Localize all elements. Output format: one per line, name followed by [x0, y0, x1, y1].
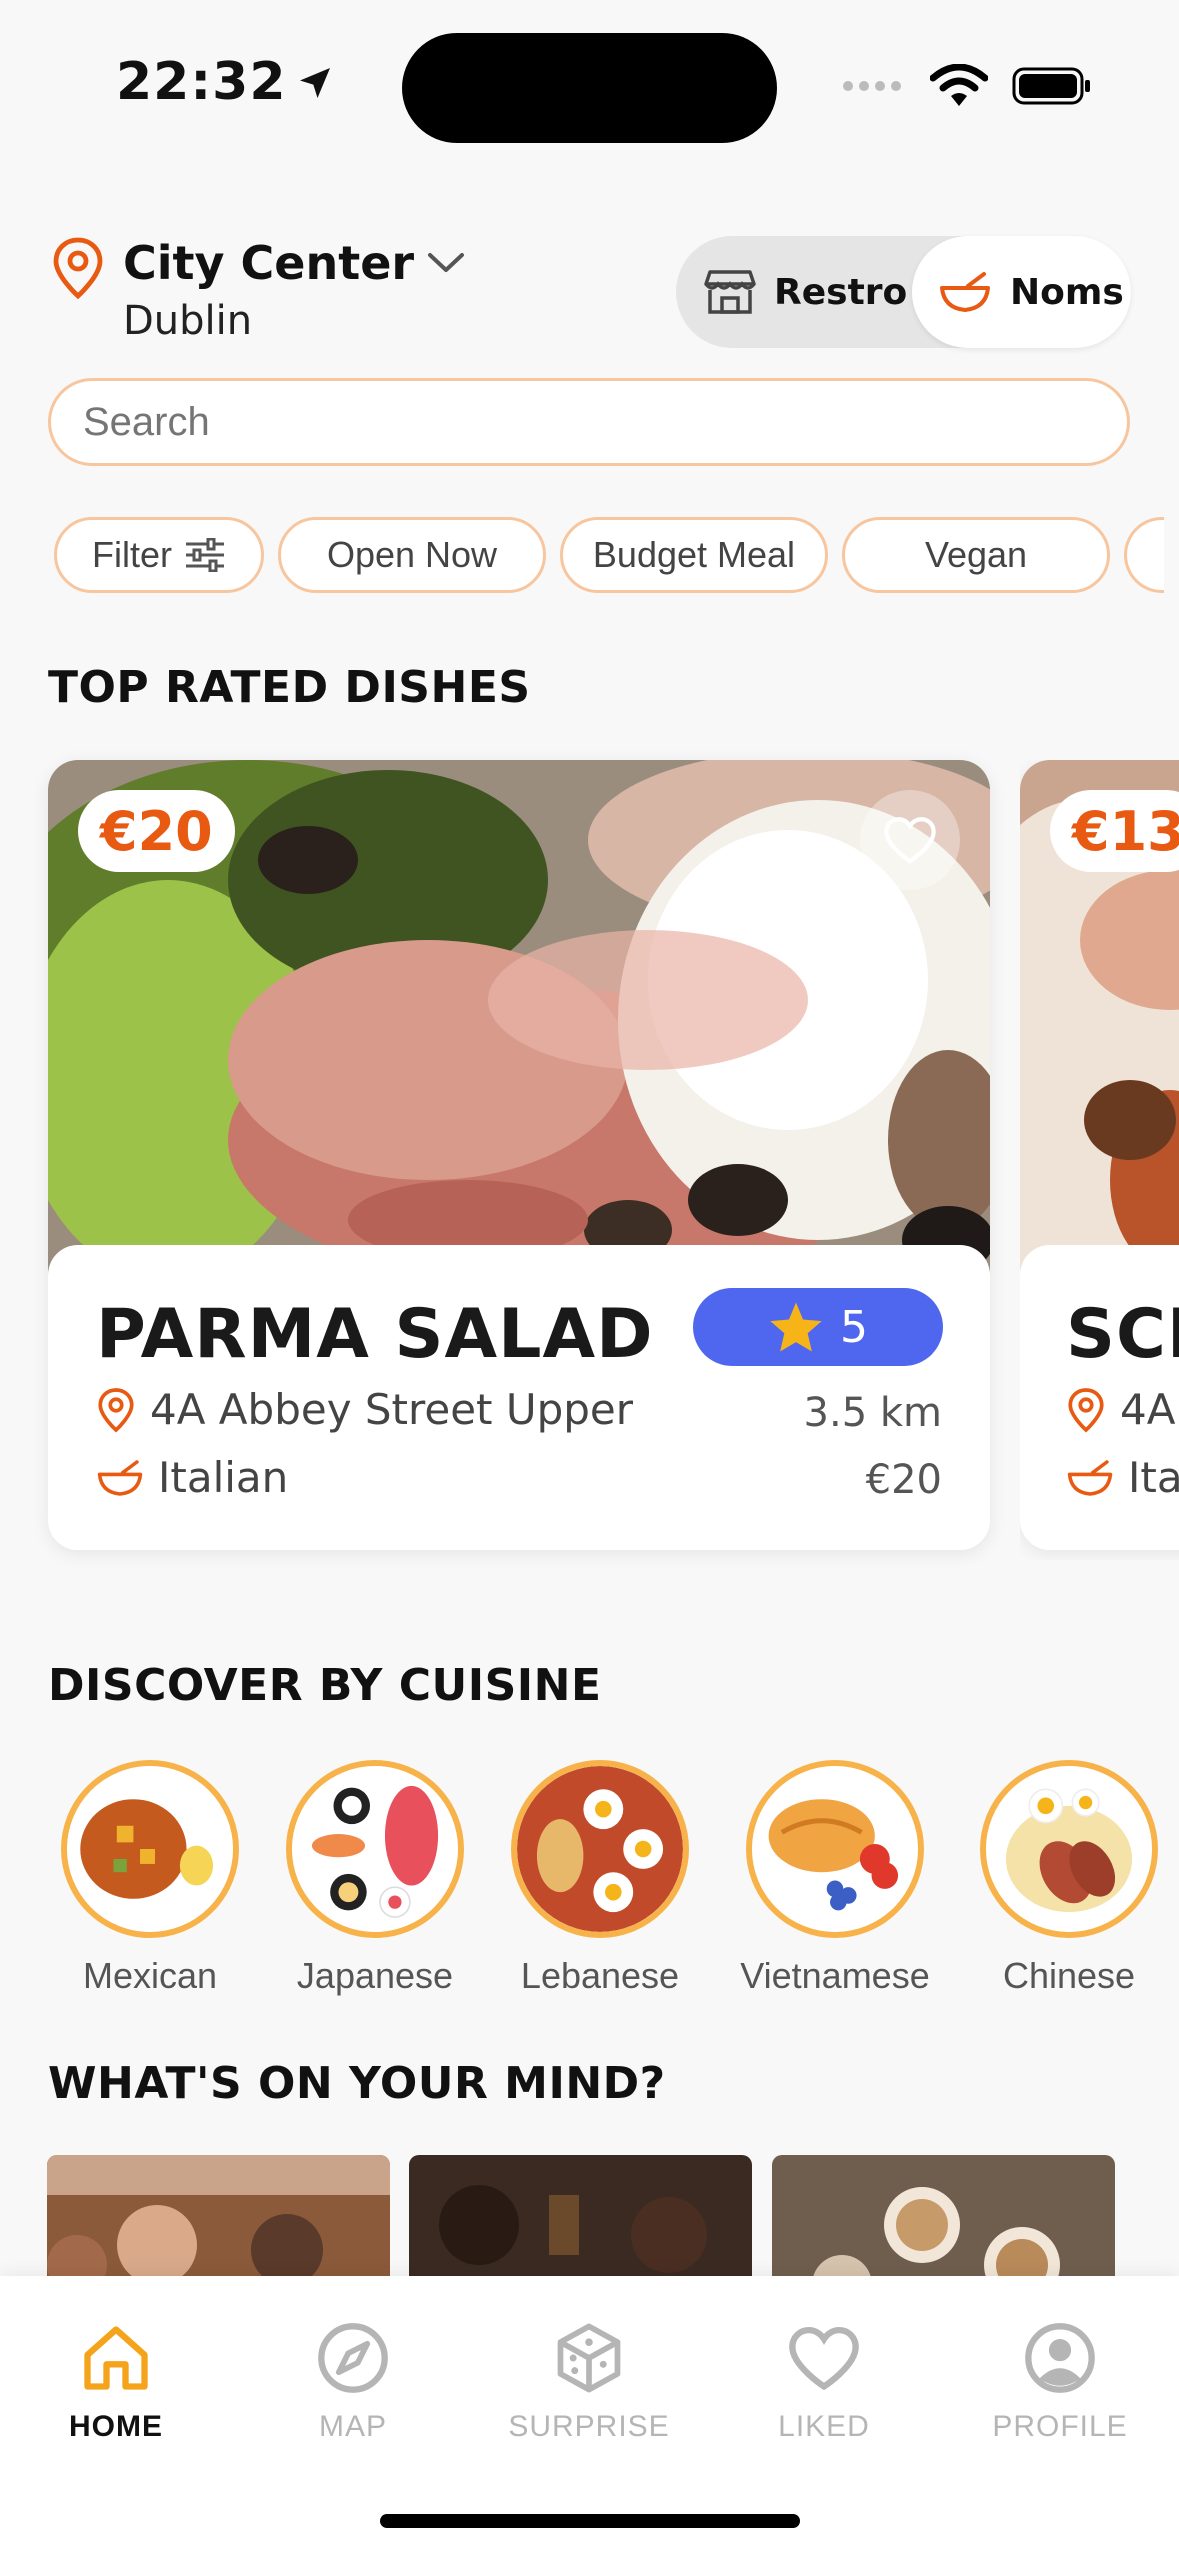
- dish-name: SCH: [1066, 1295, 1179, 1374]
- chip-overflow[interactable]: [1124, 517, 1164, 593]
- mind-title: WHAT'S ON YOUR MIND?: [48, 2058, 666, 2109]
- filter-label: Filter: [92, 534, 172, 575]
- compass-icon: [318, 2323, 388, 2393]
- chip-budget-meal[interactable]: Budget Meal: [560, 517, 828, 593]
- mexican-dish-image: [61, 1760, 239, 1938]
- wifi-icon: [930, 64, 988, 106]
- lebanese-dish-image: [511, 1760, 689, 1938]
- bowl-icon: [1067, 1459, 1113, 1496]
- mode-toggle[interactable]: Restro Noms: [676, 236, 1131, 348]
- cuisine-mexican[interactable]: Mexican: [60, 1760, 240, 1996]
- home-icon: [84, 2326, 148, 2390]
- tab-surprise[interactable]: SURPRISE: [489, 2320, 689, 2444]
- japanese-dish-image: [286, 1760, 464, 1938]
- location-pin-icon: [98, 1387, 134, 1433]
- price-badge: €20: [78, 790, 235, 872]
- dish-cuisine-row: Italian: [96, 1453, 288, 1502]
- cuisine-label: Chinese: [1002, 1955, 1136, 1996]
- heart-outline-icon: [884, 817, 936, 864]
- noms-label: Noms: [1010, 271, 1124, 313]
- tab-profile-label: PROFILE: [992, 2410, 1128, 2443]
- dish-card-body: SCH 4A Ita: [1020, 1245, 1179, 1550]
- profile-icon: [1025, 2323, 1095, 2393]
- dynamic-island: [402, 33, 777, 143]
- location-arrow-icon: [299, 68, 330, 98]
- tab-surprise-label: SURPRISE: [508, 2410, 670, 2443]
- dish-cuisine: Ita: [1128, 1453, 1179, 1502]
- store-icon: [704, 270, 756, 314]
- dish-address-row: 4A Abbey Street Upper: [96, 1385, 633, 1434]
- dice-icon: [557, 2323, 621, 2393]
- tab-home-label: HOME: [69, 2410, 163, 2443]
- price-badge: €13: [1050, 790, 1179, 872]
- chevron-down-icon: [428, 253, 465, 272]
- chip-vegan[interactable]: Vegan: [842, 517, 1110, 593]
- dish-card[interactable]: €13 SCH 4A Ita: [1020, 760, 1179, 1550]
- dish-distance: 3.5 km: [803, 1390, 942, 1436]
- cuisine-label: Japanese: [296, 1955, 454, 1996]
- cuisine-label: Vietnamese: [740, 1955, 930, 1996]
- dish-card-clip: €13 SCH 4A Ita: [1020, 760, 1179, 1560]
- chip-vegan-label: Vegan: [924, 534, 1028, 575]
- battery-icon: [1012, 67, 1090, 105]
- filter-chips: Filter Open Now Budget Meal Vegan: [54, 517, 1164, 593]
- vietnamese-dish-image: [746, 1760, 924, 1938]
- tab-home[interactable]: HOME: [16, 2320, 216, 2444]
- location-city: Dublin: [123, 298, 253, 344]
- star-icon: [770, 1302, 822, 1352]
- top-rated-title: TOP RATED DISHES: [48, 662, 531, 713]
- dish-card[interactable]: €20 PARMA SALAD 5 4A Abbey Street Upper …: [48, 760, 990, 1550]
- status-time-text: 22:32: [116, 52, 287, 112]
- cellular-signal-icon: [843, 81, 901, 91]
- search-input[interactable]: [48, 378, 1130, 466]
- cuisine-label: Mexican: [82, 1955, 218, 1996]
- like-button[interactable]: [860, 790, 960, 890]
- chip-open-now-label: Open Now: [326, 534, 498, 575]
- status-icons: [842, 64, 1092, 108]
- chinese-dish-image: [980, 1760, 1158, 1938]
- home-indicator: [380, 2514, 800, 2528]
- location-pin-icon: [1068, 1387, 1104, 1433]
- dish-price: €20: [865, 1457, 942, 1503]
- cuisine-label: Lebanese: [520, 1955, 680, 1996]
- tab-map[interactable]: MAP: [253, 2320, 453, 2444]
- restro-tab[interactable]: Restro: [704, 236, 907, 348]
- sliders-icon: [186, 538, 224, 572]
- bowl-icon: [940, 272, 990, 312]
- cuisine-vietnamese[interactable]: Vietnamese: [740, 1760, 930, 1996]
- cuisine-chinese[interactable]: Chinese: [979, 1760, 1159, 1996]
- dish-address: 4A Abbey Street Upper: [150, 1385, 634, 1434]
- location-pin-icon: [53, 237, 103, 300]
- location-title: City Center: [123, 236, 415, 290]
- dish-address: 4A: [1120, 1385, 1176, 1434]
- restro-label: Restro: [774, 271, 908, 313]
- status-time: 22:32: [116, 52, 335, 112]
- discover-title: DISCOVER BY CUISINE: [48, 1660, 602, 1711]
- bowl-icon: [97, 1459, 143, 1496]
- filter-button[interactable]: Filter: [54, 517, 264, 593]
- tab-map-label: MAP: [318, 2410, 387, 2443]
- chip-budget-meal-label: Budget Meal: [592, 534, 796, 575]
- noms-tab[interactable]: Noms: [912, 236, 1131, 348]
- dish-cuisine-row: Ita: [1066, 1453, 1179, 1502]
- dish-cuisine: Italian: [158, 1453, 289, 1502]
- tab-liked[interactable]: LIKED: [724, 2320, 924, 2444]
- heart-icon: [789, 2326, 859, 2391]
- rating-badge: 5: [693, 1288, 943, 1366]
- dish-card-body: PARMA SALAD 5 4A Abbey Street Upper Ital…: [48, 1245, 990, 1550]
- tab-liked-label: LIKED: [778, 2410, 870, 2443]
- dish-name: PARMA SALAD: [96, 1295, 654, 1374]
- cuisine-japanese[interactable]: Japanese: [285, 1760, 465, 1996]
- rating-value: 5: [840, 1301, 868, 1353]
- location-selector[interactable]: City Center: [123, 236, 466, 290]
- dish-address-row: 4A: [1066, 1385, 1175, 1434]
- chip-open-now[interactable]: Open Now: [278, 517, 546, 593]
- tab-profile[interactable]: PROFILE: [960, 2320, 1160, 2444]
- cuisine-lebanese[interactable]: Lebanese: [510, 1760, 690, 1996]
